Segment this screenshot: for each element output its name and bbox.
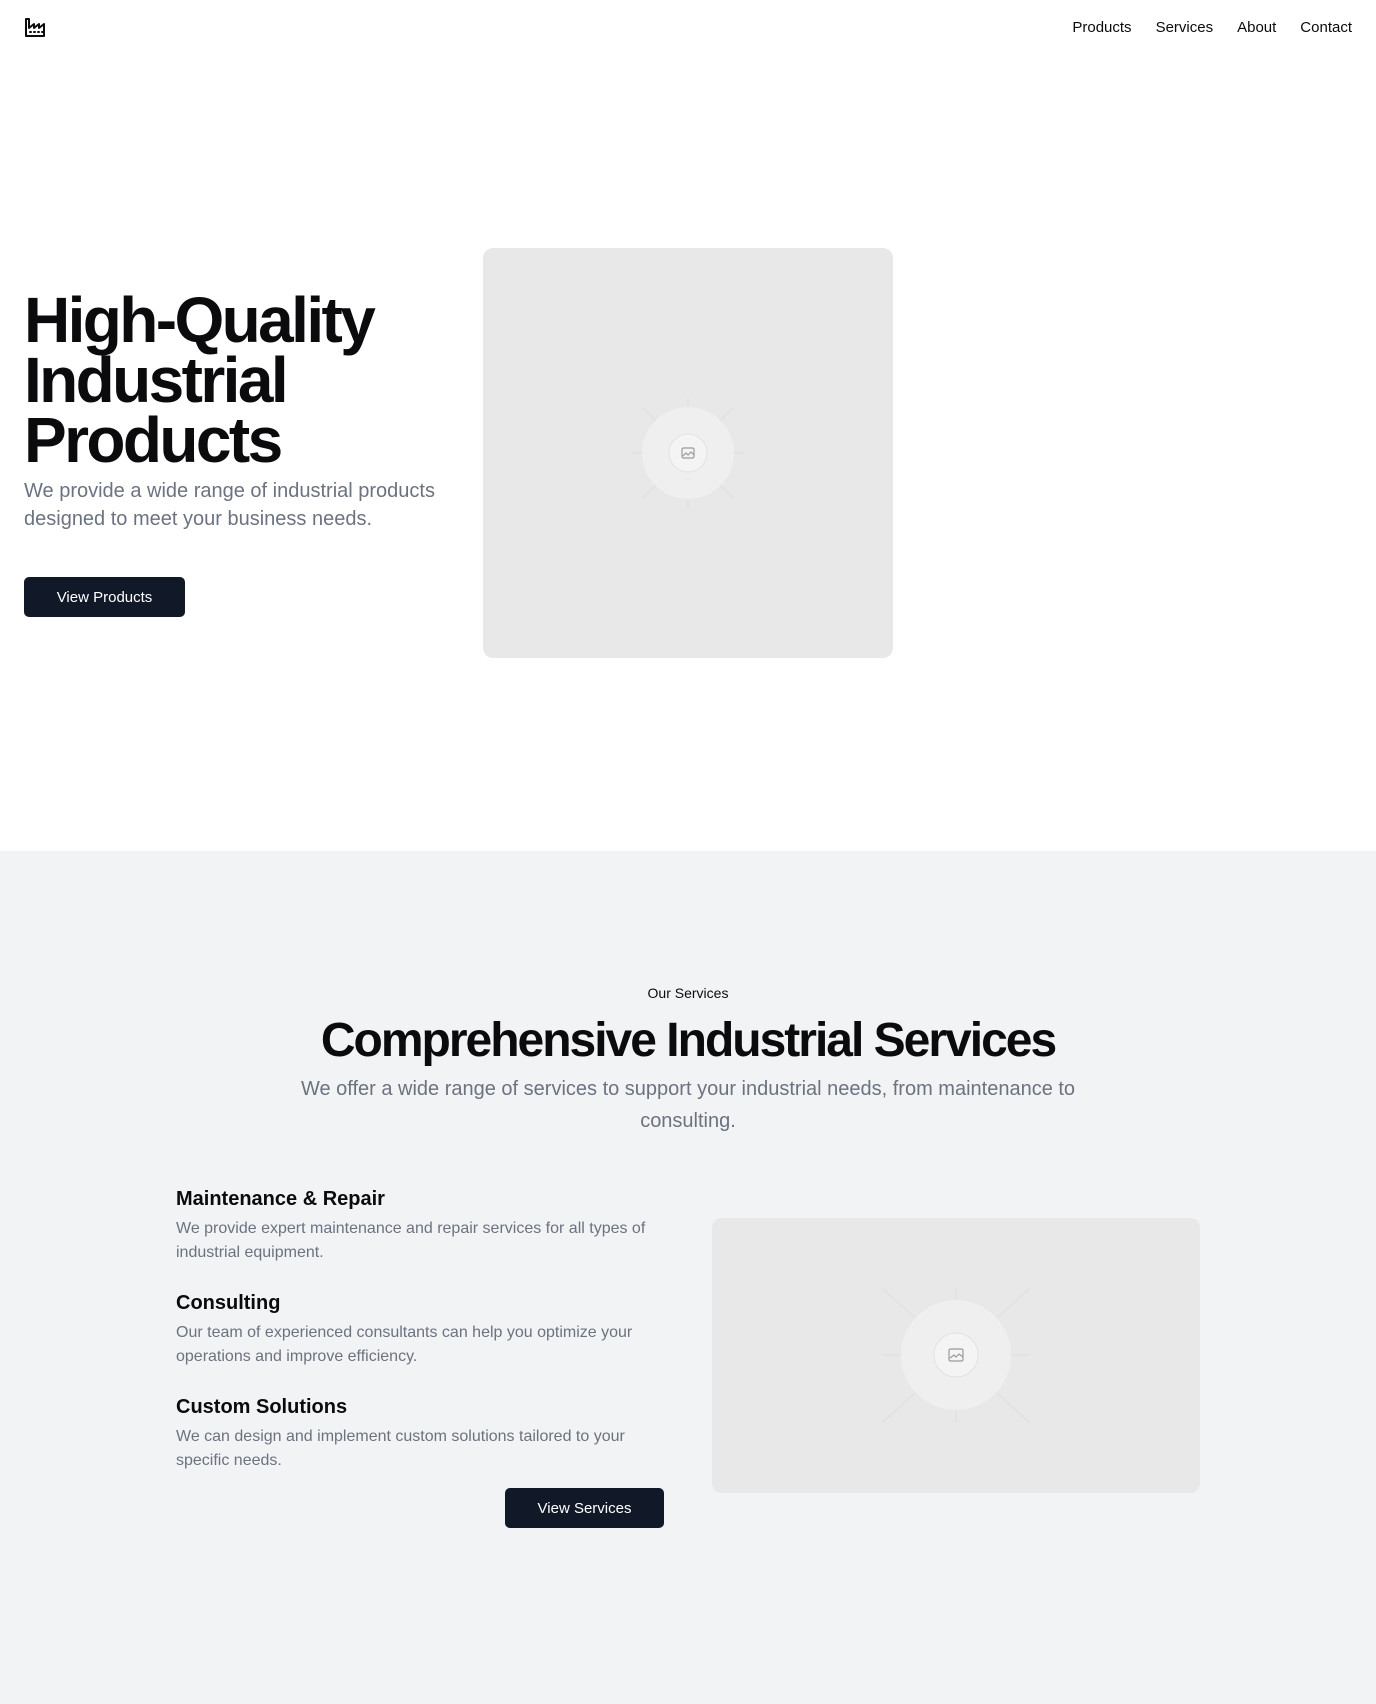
main-nav: Products Services About Contact — [1072, 18, 1352, 38]
hero-title: High-Quality Industrial Products — [24, 284, 376, 476]
services-subtitle: We offer a wide range of services to sup… — [300, 1078, 1076, 1132]
service-item-text: We provide expert maintenance and repair… — [176, 1220, 646, 1261]
services-section: Our Services Comprehensive Industrial Se… — [0, 851, 1376, 1704]
nav-link-services[interactable]: Services — [1156, 18, 1214, 38]
view-products-button[interactable]: View Products — [24, 577, 185, 617]
nav-link-contact[interactable]: Contact — [1300, 18, 1352, 38]
service-item-title: Consulting — [176, 1292, 281, 1314]
service-item-text: We can design and implement custom solut… — [176, 1428, 625, 1469]
site-header: Products Services About Contact — [0, 0, 1376, 56]
services-eyebrow: Our Services — [647, 985, 729, 1001]
hero-image-placeholder — [483, 248, 893, 658]
services-title: Comprehensive Industrial Services — [320, 1014, 1057, 1067]
services-image-placeholder — [712, 1218, 1200, 1493]
nav-link-about[interactable]: About — [1237, 18, 1276, 38]
hero-subtitle: We provide a wide range of industrial pr… — [24, 480, 435, 530]
view-services-button[interactable]: View Services — [505, 1488, 664, 1528]
nav-link-products[interactable]: Products — [1072, 18, 1131, 38]
factory-icon[interactable] — [24, 16, 48, 40]
image-placeholder-icon — [881, 1287, 1031, 1424]
service-item-title: Maintenance & Repair — [176, 1188, 385, 1210]
image-placeholder-icon — [633, 398, 743, 508]
service-item-text: Our team of experienced consultants can … — [176, 1324, 633, 1365]
service-item-title: Custom Solutions — [176, 1396, 348, 1418]
